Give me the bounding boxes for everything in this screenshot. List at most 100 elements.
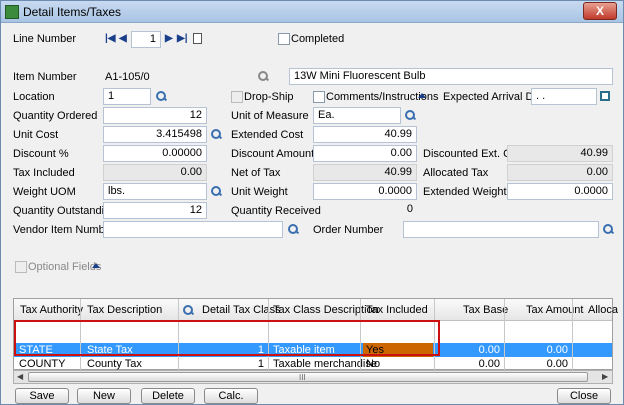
row-detail-tax-class: 1 xyxy=(257,344,264,356)
extended-cost-label: Extended Cost xyxy=(231,129,304,141)
unit-cost-label: Unit Cost xyxy=(13,129,59,141)
order-number-lookup-icon[interactable] xyxy=(602,223,614,235)
location-input[interactable]: 1 xyxy=(103,88,151,105)
net-of-tax-label: Net of Tax xyxy=(231,167,281,179)
item-lookup-icon[interactable] xyxy=(257,70,269,82)
line-number-label: Line Number xyxy=(13,33,76,45)
location-lookup-icon[interactable] xyxy=(155,90,167,102)
order-number-label: Order Number xyxy=(313,224,384,236)
next-record-icon[interactable]: ▶ xyxy=(165,33,173,44)
grid-search-icon[interactable] xyxy=(182,304,194,316)
discount-percent-input[interactable]: 0.00000 xyxy=(103,145,207,162)
table-row[interactable]: COUNTY County Tax 1 Taxable merchandise … xyxy=(14,357,612,371)
col-tax-authority[interactable]: Tax Authority xyxy=(20,304,83,316)
quantity-ordered-label: Quantity Ordered xyxy=(13,110,98,122)
new-button[interactable]: New xyxy=(77,388,131,404)
weight-uom-input[interactable]: lbs. xyxy=(103,183,207,200)
quantity-outstanding-input[interactable]: 12 xyxy=(103,202,207,219)
comments-expand-icon[interactable] xyxy=(418,93,426,98)
col-tax-base[interactable]: Tax Base xyxy=(463,304,508,316)
column-divider xyxy=(360,299,361,371)
row-detail-tax-class: 1 xyxy=(257,358,264,370)
discount-amount-input[interactable]: 0.00 xyxy=(313,145,417,162)
weight-uom-label: Weight UOM xyxy=(13,186,76,198)
discount-amount-label: Discount Amount xyxy=(231,148,315,160)
close-button[interactable]: Close xyxy=(557,388,611,404)
row-tax-authority: COUNTY xyxy=(19,358,66,370)
grid-header: Tax Authority Tax Description Detail Tax… xyxy=(14,299,618,321)
unit-weight-label: Unit Weight xyxy=(231,186,288,198)
row-tax-base: 0.00 xyxy=(478,344,500,356)
delete-button[interactable]: Delete xyxy=(141,388,195,404)
item-number-label: Item Number xyxy=(13,71,77,83)
calendar-icon[interactable] xyxy=(600,91,610,101)
title-bar[interactable]: Detail Items/Taxes X xyxy=(1,1,623,23)
completed-label: Completed xyxy=(291,33,345,45)
col-tax-amount[interactable]: Tax Amount xyxy=(526,304,583,316)
scroll-right-icon[interactable]: ▶ xyxy=(602,372,608,381)
order-number-input[interactable] xyxy=(403,221,599,238)
unit-cost-lookup-icon[interactable] xyxy=(210,128,222,140)
column-divider xyxy=(572,299,573,371)
vendor-item-number-input[interactable] xyxy=(103,221,283,238)
location-label: Location xyxy=(13,91,55,103)
quantity-received-value: 0 xyxy=(406,203,413,215)
unit-weight-input[interactable]: 0.0000 xyxy=(313,183,417,200)
calc-taxes-button[interactable]: Calc. Taxes xyxy=(204,388,258,405)
extended-weight-input[interactable]: 0.0000 xyxy=(507,183,613,200)
weight-uom-lookup-icon[interactable] xyxy=(210,185,222,197)
optional-fields-checkbox[interactable] xyxy=(15,261,27,273)
column-divider xyxy=(268,299,269,371)
quantity-outstanding-label: Quantity Outstanding xyxy=(13,205,117,217)
tax-detail-grid[interactable]: Tax Authority Tax Description Detail Tax… xyxy=(13,298,618,371)
quantity-received-label: Quantity Received xyxy=(231,205,321,217)
discount-percent-label: Discount % xyxy=(13,148,69,160)
previous-record-icon[interactable]: ◀ xyxy=(119,33,127,44)
allocated-tax-label: Allocated Tax xyxy=(423,167,489,179)
unit-of-measure-input[interactable]: Ea. xyxy=(313,107,401,124)
scroll-thumb[interactable]: III xyxy=(28,372,588,382)
vendor-item-number-label: Vendor Item Number xyxy=(13,224,115,236)
window-title: Detail Items/Taxes xyxy=(23,5,122,19)
optional-fields-expand-icon[interactable] xyxy=(92,263,100,268)
col-tax-class-description[interactable]: Tax Class Description xyxy=(273,304,379,316)
vendor-item-lookup-icon[interactable] xyxy=(287,223,299,235)
drop-ship-label: Drop-Ship xyxy=(244,91,294,103)
row-tax-description: County Tax xyxy=(87,358,142,370)
item-description-input[interactable]: 13W Mini Fluorescent Bulb xyxy=(289,68,613,85)
quantity-ordered-input[interactable]: 12 xyxy=(103,107,207,124)
discounted-ext-cost-value: 40.99 xyxy=(507,145,613,162)
table-row[interactable]: STATE State Tax 1 Taxable item Yes 0.00 … xyxy=(14,343,612,357)
detail-items-taxes-window: Detail Items/Taxes X Line Number |◀ ◀ 1 … xyxy=(0,0,624,405)
extended-cost-input[interactable]: 40.99 xyxy=(313,126,417,143)
allocated-tax-value: 0.00 xyxy=(507,164,613,181)
first-record-icon[interactable]: |◀ xyxy=(105,33,116,44)
column-divider xyxy=(178,299,179,371)
expected-arrival-input[interactable]: . . xyxy=(531,88,597,105)
last-record-icon[interactable]: ▶| xyxy=(177,33,188,44)
save-button[interactable]: Save xyxy=(15,388,69,404)
scroll-left-icon[interactable]: ◀ xyxy=(17,372,23,381)
row-tax-included[interactable]: Yes xyxy=(363,343,433,357)
line-number-input[interactable]: 1 xyxy=(131,31,161,48)
row-tax-amount: 0.00 xyxy=(546,344,568,356)
col-allocated[interactable]: Alloca xyxy=(588,304,618,316)
col-tax-description[interactable]: Tax Description xyxy=(87,304,162,316)
tax-included-label: Tax Included xyxy=(13,167,75,179)
app-icon xyxy=(5,5,19,19)
window-close-button[interactable]: X xyxy=(583,2,617,20)
unit-cost-input[interactable]: 3.415498 xyxy=(103,126,207,143)
drop-ship-checkbox[interactable] xyxy=(231,91,243,103)
row-tax-base: 0.00 xyxy=(478,358,500,370)
col-tax-included[interactable]: Tax Included xyxy=(366,304,428,316)
horizontal-scrollbar[interactable]: ◀ III ▶ xyxy=(13,370,613,384)
document-icon[interactable] xyxy=(193,33,202,44)
completed-checkbox[interactable] xyxy=(278,33,290,45)
extended-weight-label: Extended Weight xyxy=(423,186,507,198)
uom-lookup-icon[interactable] xyxy=(404,109,416,121)
row-tax-class-description: Taxable merchandise xyxy=(273,358,377,370)
unit-of-measure-label: Unit of Measure xyxy=(231,110,309,122)
comments-checkbox[interactable] xyxy=(313,91,325,103)
row-tax-included: No xyxy=(366,358,381,370)
row-tax-class-description: Taxable item xyxy=(273,344,335,356)
